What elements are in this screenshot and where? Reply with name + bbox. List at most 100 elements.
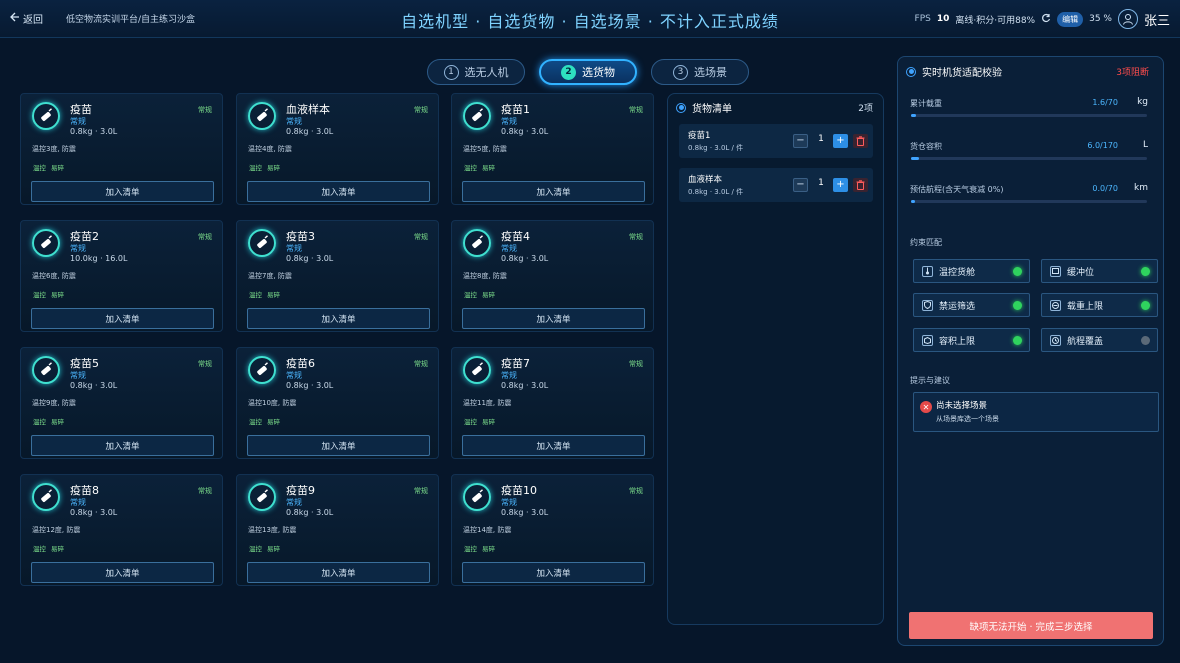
cargo-type: 常规 bbox=[70, 371, 86, 380]
metric-value: 1.6/70 bbox=[1092, 98, 1118, 107]
delete-button[interactable] bbox=[853, 178, 868, 192]
blocking-count: 3项阻断 bbox=[1116, 68, 1149, 78]
cargo-category-badge: 常规 bbox=[414, 233, 428, 241]
step-tabs: 1 选无人机 2 选货物 3 选场景 bbox=[427, 59, 749, 85]
constraint-buffer[interactable]: 缓冲位 bbox=[1041, 259, 1158, 283]
constraint-label: 容积上限 bbox=[939, 336, 976, 347]
cargo-list-panel: 货物清单 2项 疫苗1 0.8kg · 3.0L / 件 − 1 + 血液样本 … bbox=[667, 93, 884, 625]
status-indicator bbox=[1013, 336, 1022, 345]
tab-select-scene[interactable]: 3 选场景 bbox=[651, 59, 749, 85]
add-to-list-button[interactable]: 加入清单 bbox=[31, 181, 214, 202]
cargo-card: 疫苗1 常规 常规 0.8kg · 3.0L 温控5度, 防震 温控 易碎 加入… bbox=[451, 93, 654, 205]
start-button[interactable]: 缺项无法开始 · 完成三步选择 bbox=[909, 612, 1153, 639]
tag-fragile: 易碎 bbox=[51, 164, 64, 172]
decrease-button[interactable]: − bbox=[793, 134, 808, 148]
package-icon bbox=[922, 334, 933, 346]
cargo-name: 疫苗1 bbox=[501, 103, 530, 116]
tag-temperature: 温控 bbox=[249, 418, 262, 426]
tip-body: 从场景库选一个场景 bbox=[936, 415, 999, 423]
list-item-name: 疫苗1 bbox=[688, 131, 711, 141]
step-label: 选场景 bbox=[694, 66, 727, 79]
add-to-list-button[interactable]: 加入清单 bbox=[462, 435, 645, 456]
thermometer-icon bbox=[922, 265, 933, 277]
tip-card: ✕ 尚未选择场景 从场景库选一个场景 bbox=[913, 392, 1159, 432]
cargo-description: 温控10度, 防震 bbox=[248, 399, 297, 407]
tag-fragile: 易碎 bbox=[267, 164, 280, 172]
tab-select-cargo[interactable]: 2 选货物 bbox=[539, 59, 637, 85]
error-icon: ✕ bbox=[920, 401, 932, 413]
hud-status-text: 离线·积分·可用88% bbox=[955, 15, 1036, 26]
status-indicator bbox=[1013, 301, 1022, 310]
add-to-list-button[interactable]: 加入清单 bbox=[247, 181, 430, 202]
mode-badge[interactable]: 编辑 bbox=[1057, 11, 1084, 27]
delete-button[interactable] bbox=[853, 134, 868, 148]
cargo-spec: 0.8kg · 3.0L bbox=[501, 508, 549, 517]
constraint-prohibited[interactable]: 禁运筛选 bbox=[913, 293, 1030, 317]
metric-bar bbox=[911, 200, 1147, 203]
top-bar: 返回 低空物流实训平台/自主练习沙盒 自选机型 · 自选货物 · 自选场景 · … bbox=[0, 0, 1180, 38]
cargo-tags: 温控 易碎 bbox=[464, 289, 495, 299]
tag-fragile: 易碎 bbox=[267, 418, 280, 426]
cargo-category-badge: 常规 bbox=[198, 360, 212, 368]
cargo-category-badge: 常规 bbox=[629, 106, 643, 114]
step-label: 选无人机 bbox=[464, 66, 509, 79]
cargo-spec: 0.8kg · 3.0L bbox=[70, 127, 118, 136]
validation-title: 实时机货适配校验 bbox=[922, 68, 1002, 79]
validation-header: 实时机货适配校验 bbox=[906, 64, 1002, 79]
increase-button[interactable]: + bbox=[833, 178, 848, 192]
cargo-card: 疫苗8 常规 常规 0.8kg · 3.0L 温控12度, 防震 温控 易碎 加… bbox=[20, 474, 223, 586]
cargo-card: 血液样本 常规 常规 0.8kg · 3.0L 温控4度, 防震 温控 易碎 加… bbox=[236, 93, 439, 205]
add-to-list-button[interactable]: 加入清单 bbox=[31, 308, 214, 329]
vaccine-icon bbox=[463, 483, 491, 511]
cargo-category-badge: 常规 bbox=[198, 487, 212, 495]
add-to-list-button[interactable]: 加入清单 bbox=[31, 435, 214, 456]
tag-temperature: 温控 bbox=[249, 545, 262, 553]
list-item-spec: 0.8kg · 3.0L / 件 bbox=[688, 188, 744, 196]
refresh-icon[interactable] bbox=[1041, 13, 1051, 26]
username[interactable]: 张三 bbox=[1144, 10, 1170, 29]
decrease-button[interactable]: − bbox=[793, 178, 808, 192]
battery-value: 35 % bbox=[1089, 14, 1112, 24]
avatar[interactable] bbox=[1117, 9, 1138, 29]
constraint-range-coverage[interactable]: 航程覆盖 bbox=[1041, 328, 1158, 352]
constraint-label: 载重上限 bbox=[1067, 301, 1104, 312]
add-to-list-button[interactable]: 加入清单 bbox=[462, 562, 645, 583]
cargo-tags: 温控 易碎 bbox=[33, 289, 64, 299]
constraint-label: 航程覆盖 bbox=[1067, 336, 1104, 347]
cargo-name: 疫苗5 bbox=[70, 357, 99, 370]
list-item-spec: 0.8kg · 3.0L / 件 bbox=[688, 144, 744, 152]
constraint-payload-limit[interactable]: 载重上限 bbox=[1041, 293, 1158, 317]
tab-select-drone[interactable]: 1 选无人机 bbox=[427, 59, 525, 85]
vaccine-icon bbox=[248, 483, 276, 511]
fps-label: FPS bbox=[914, 14, 931, 24]
tag-fragile: 易碎 bbox=[51, 545, 64, 553]
add-to-list-button[interactable]: 加入清单 bbox=[247, 562, 430, 583]
cargo-spec: 0.8kg · 3.0L bbox=[286, 127, 334, 136]
cargo-list-count: 2项 bbox=[858, 104, 873, 114]
constraint-volume-limit[interactable]: 容积上限 bbox=[913, 328, 1030, 352]
tag-temperature: 温控 bbox=[464, 164, 477, 172]
cargo-type: 常规 bbox=[501, 498, 517, 507]
cargo-spec: 0.8kg · 3.0L bbox=[70, 381, 118, 390]
list-item: 疫苗1 0.8kg · 3.0L / 件 − 1 + bbox=[679, 124, 873, 158]
increase-button[interactable]: + bbox=[833, 134, 848, 148]
add-to-list-button[interactable]: 加入清单 bbox=[31, 562, 214, 583]
constraint-label: 缓冲位 bbox=[1067, 267, 1095, 278]
add-to-list-button[interactable]: 加入清单 bbox=[247, 308, 430, 329]
metric-value: 0.0/70 bbox=[1092, 184, 1118, 193]
cargo-description: 温控9度, 防震 bbox=[32, 399, 76, 407]
vaccine-icon bbox=[248, 356, 276, 384]
metric-value: 6.0/170 bbox=[1087, 141, 1118, 150]
cargo-name: 疫苗4 bbox=[501, 230, 530, 243]
add-to-list-button[interactable]: 加入清单 bbox=[247, 435, 430, 456]
cargo-category-badge: 常规 bbox=[414, 360, 428, 368]
add-to-list-button[interactable]: 加入清单 bbox=[462, 308, 645, 329]
cargo-card: 疫苗10 常规 常规 0.8kg · 3.0L 温控14度, 防震 温控 易碎 … bbox=[451, 474, 654, 586]
shield-icon bbox=[922, 299, 933, 311]
tag-fragile: 易碎 bbox=[51, 291, 64, 299]
cargo-type: 常规 bbox=[286, 371, 302, 380]
cargo-type: 常规 bbox=[286, 244, 302, 253]
cargo-tags: 温控 易碎 bbox=[249, 289, 280, 299]
add-to-list-button[interactable]: 加入清单 bbox=[462, 181, 645, 202]
constraint-temp-hold[interactable]: 温控货舱 bbox=[913, 259, 1030, 283]
